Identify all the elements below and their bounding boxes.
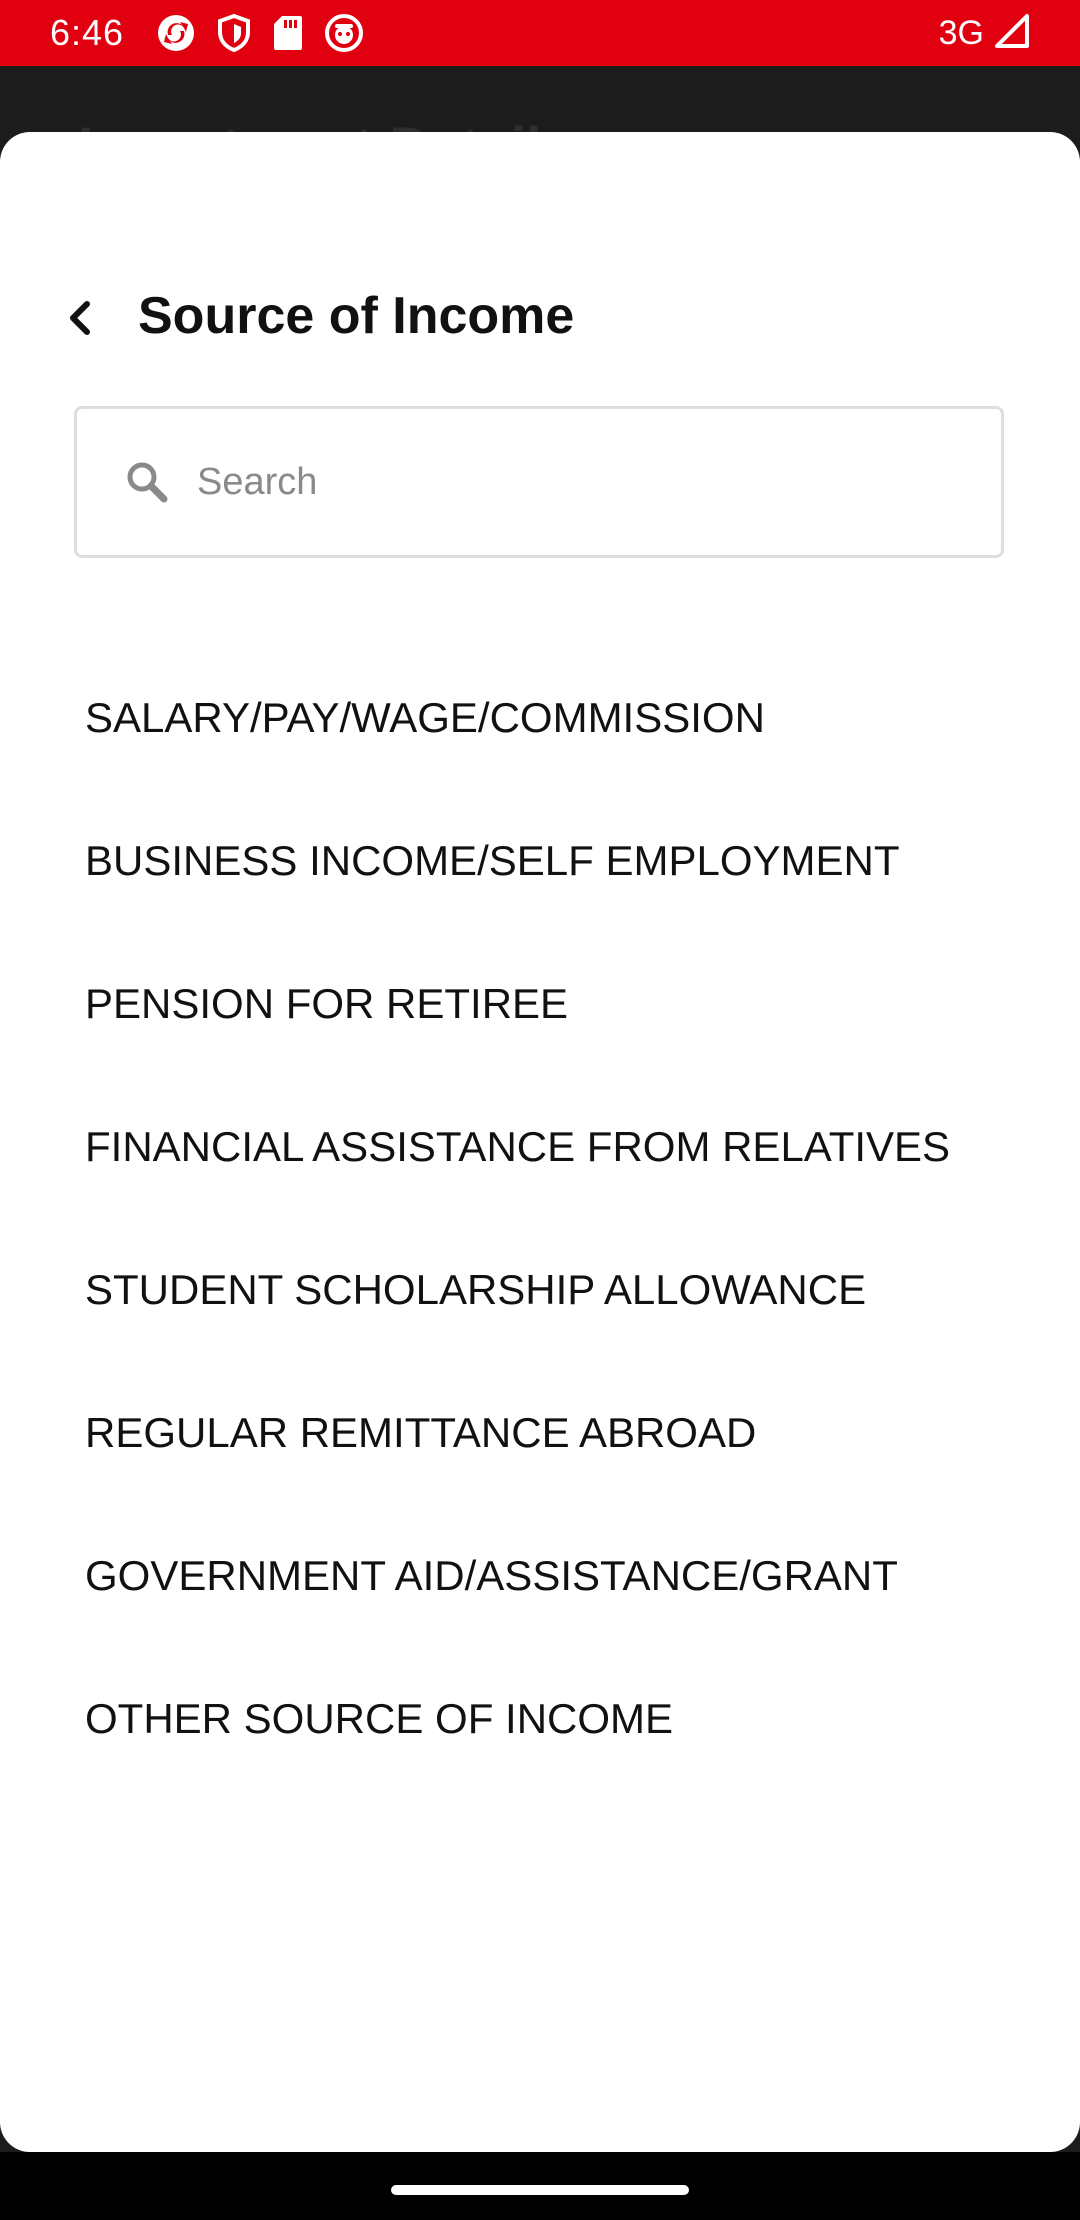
income-source-list: SALARY/PAY/WAGE/COMMISSION BUSINESS INCO… xyxy=(0,682,1080,1826)
back-button[interactable] xyxy=(50,290,110,350)
sheet-title: Source of Income xyxy=(138,287,575,345)
notification-app-icon xyxy=(324,13,364,53)
sd-card-icon xyxy=(272,14,304,52)
sheet-header: Source of Income xyxy=(0,262,1080,382)
search-box[interactable] xyxy=(74,406,1004,558)
home-indicator[interactable] xyxy=(391,2185,689,2195)
shield-icon xyxy=(216,13,252,53)
source-of-income-sheet: Source of Income SALARY/PAY/WAGE/COMMISS… xyxy=(0,132,1080,2152)
network-type-label: 3G xyxy=(938,13,984,52)
signal-icon xyxy=(994,13,1030,54)
chevron-left-icon xyxy=(65,298,95,343)
list-item[interactable]: BUSINESS INCOME/SELF EMPLOYMENT xyxy=(0,789,1080,932)
system-navigation-bar xyxy=(0,2152,1080,2220)
status-notification-icons xyxy=(156,13,364,53)
list-item[interactable]: REGULAR REMITTANCE ABROAD xyxy=(0,1361,1080,1504)
status-connectivity: 3G xyxy=(939,13,1030,54)
list-item[interactable]: STUDENT SCHOLARSHIP ALLOWANCE xyxy=(0,1218,1080,1361)
search-input[interactable] xyxy=(195,441,979,523)
status-time: 6:46 xyxy=(50,12,125,53)
background-screen-header: Investment Details xyxy=(0,66,1080,136)
list-item[interactable]: GOVERNMENT AID/ASSISTANCE/GRANT xyxy=(0,1504,1080,1647)
refresh-app-icon xyxy=(156,13,196,53)
list-item[interactable]: PENSION FOR RETIREE xyxy=(0,932,1080,1075)
list-item[interactable]: FINANCIAL ASSISTANCE FROM RELATIVES xyxy=(0,1075,1080,1218)
list-item[interactable]: OTHER SOURCE OF INCOME xyxy=(0,1647,1080,1790)
list-item[interactable]: SALARY/PAY/WAGE/COMMISSION xyxy=(0,646,1080,789)
status-bar: 6:46 3G xyxy=(0,0,1080,66)
search-icon xyxy=(123,458,171,506)
